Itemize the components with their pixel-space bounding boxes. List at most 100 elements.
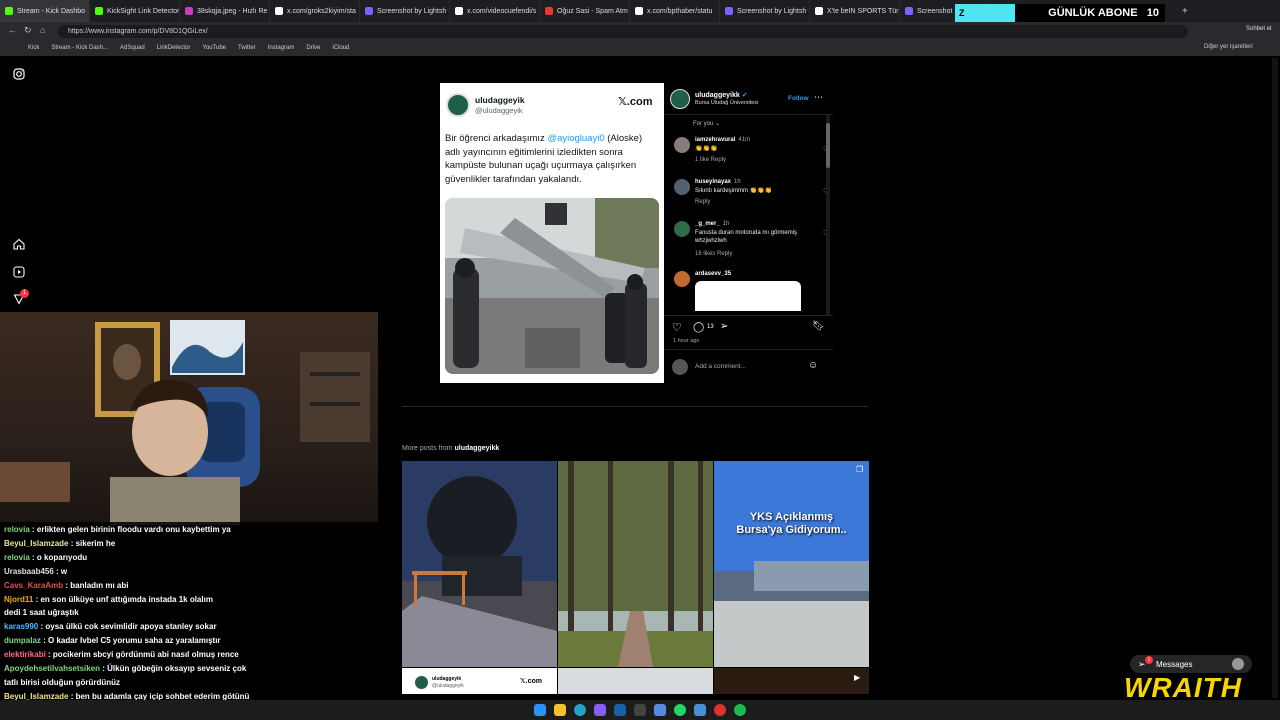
grid-post-1[interactable] [402, 461, 557, 667]
grid-x-logo: 𝕏.com [520, 678, 542, 685]
chat-username[interactable]: elektirikabi [4, 650, 46, 659]
comment-username[interactable]: ardasevv_35 [695, 271, 734, 277]
chat-message: relovia : erlikten gelen birinin floodu … [4, 525, 231, 534]
share-icon[interactable]: ➢ [720, 321, 728, 332]
file-explorer-icon[interactable] [554, 704, 566, 716]
chat-message: Cavs_KaraAmb : banladın mı abi [4, 581, 128, 590]
browser-icon[interactable] [694, 704, 706, 716]
chat-text: dedi 1 saat uğraştık [4, 608, 79, 618]
save-icon[interactable]: 🔖︎ [812, 321, 825, 332]
tab-label: 38skqja.jpeg - Hızlı Re [197, 7, 268, 15]
bookmark-item[interactable]: YouTube [202, 45, 226, 51]
chat-text: : erlikten gelen birinin floodu vardı on… [29, 525, 231, 534]
comment-username[interactable]: huseyinayax 1h [695, 179, 741, 185]
stream-chat: relovia : erlikten gelen birinin floodu … [0, 522, 380, 715]
chat-username[interactable]: Njord11 [4, 595, 33, 604]
follow-button[interactable]: Follow [788, 95, 809, 102]
comment-avatar[interactable] [674, 221, 690, 237]
comment-meta[interactable]: 16 likes Reply [695, 251, 732, 257]
browser-tab[interactable]: x.com/videocuefendi/s [450, 0, 540, 22]
url-field[interactable]: https://www.instagram.com/p/DV8D1QGiLex/ [58, 24, 1188, 38]
bookmark-item[interactable]: Instagram [268, 45, 295, 51]
instagram-logo-icon[interactable] [12, 68, 26, 82]
messages-button[interactable]: ➢ 1 Messages [1130, 655, 1252, 673]
grid-post-4[interactable]: uludaggeyik @uludaggeyik 𝕏.com [402, 668, 557, 694]
grid-post-3[interactable]: YKS Açıklanmış Bursa'ya Gidiyorum.. ❐ [714, 461, 869, 667]
bookmark-item[interactable]: iCloud [332, 45, 349, 51]
chat-username[interactable]: relovia [4, 553, 30, 562]
edge-icon[interactable] [574, 704, 586, 716]
post-username[interactable]: uludaggeyikk ✔ [695, 91, 748, 99]
browser-tab[interactable]: KickSight Link Detector [90, 0, 180, 22]
comment-avatar[interactable] [674, 137, 690, 153]
tab-favicon-icon [455, 7, 463, 15]
chat-username[interactable]: Urasbaab456 [4, 567, 54, 576]
chat-username[interactable]: relovia [4, 525, 30, 534]
mouse-cursor-icon: ➤ [595, 140, 603, 150]
chat-username[interactable]: Beyul_Islamzade [4, 539, 68, 548]
chat-username[interactable]: dumpalaz [4, 636, 41, 645]
comment-meta[interactable]: 1 like Reply [695, 157, 726, 163]
tweet-handle: @uludaggeyik [475, 106, 523, 115]
add-comment-input[interactable]: Add a comment... [695, 363, 746, 370]
tweet-name: uludaggeyik [475, 95, 525, 105]
comment-user-text: ardasevv_35 [695, 271, 732, 277]
sort-dropdown[interactable]: For you ⌄ [693, 120, 720, 127]
chat-button[interactable]: Sohbet et [1246, 26, 1272, 32]
grid-post-5[interactable] [558, 668, 713, 694]
grid-post-2[interactable] [558, 461, 713, 667]
emoji-icon[interactable]: ☺ [808, 360, 818, 371]
other-bookmarks[interactable]: Diğer yer işaretleri [1204, 44, 1253, 50]
spotify-icon[interactable] [734, 704, 746, 716]
post-avatar[interactable] [670, 89, 690, 109]
new-tab-icon[interactable]: + [1182, 6, 1188, 17]
discord-icon[interactable] [594, 704, 606, 716]
tweet-avatar [446, 93, 470, 117]
back-icon[interactable]: ← [8, 25, 17, 35]
chat-message: Apoydehsetilvahsetsiken : Ülkün göbeğin … [4, 664, 246, 673]
like-icon[interactable]: ♡ [672, 321, 682, 334]
bookmark-item[interactable]: Drive [306, 45, 320, 51]
more-options-icon[interactable]: ⋯ [814, 92, 823, 103]
scroll-thumb[interactable] [826, 123, 830, 168]
bookmark-item[interactable]: Twitter [238, 45, 256, 51]
chat-username[interactable]: Apoydehsetilvahsetsiken [4, 664, 100, 673]
browser-tab[interactable]: 38skqja.jpeg - Hızlı Re [180, 0, 270, 22]
browser-tab[interactable]: X'te beIN SPORTS Tür [810, 0, 900, 22]
comment-username[interactable]: iamzehravural 41m [695, 137, 750, 143]
bookmark-item[interactable]: AdSquad [120, 45, 145, 51]
start-icon[interactable] [534, 704, 546, 716]
messenger-nav-icon[interactable]: 1 [12, 289, 29, 307]
reload-icon[interactable]: ↻ [24, 25, 32, 36]
more-posts-user[interactable]: uludaggeyikk [455, 445, 500, 452]
home-nav-icon[interactable] [12, 238, 26, 252]
chat-username[interactable]: Cavs_KaraAmb [4, 581, 63, 590]
chat-username[interactable]: karas990 [4, 622, 38, 631]
browser-tab[interactable]: x.com/bpthaber/statu [630, 0, 720, 22]
browser-tab[interactable]: Stream - Kick Dashbo [0, 0, 90, 22]
browser-tab[interactable]: Screenshot by Lightsh [360, 0, 450, 22]
comment-icon[interactable]: ◯ [693, 322, 704, 333]
bookmark-item[interactable]: Stream - Kick Dash... [51, 45, 108, 51]
reels-nav-icon[interactable] [12, 266, 26, 280]
comment-username[interactable]: _g_mer_ 1h [695, 221, 729, 227]
bookmark-item[interactable]: Kick [28, 45, 39, 51]
comment-avatar[interactable] [674, 179, 690, 195]
app-icon[interactable] [634, 704, 646, 716]
home-icon[interactable]: ⌂ [40, 25, 45, 35]
chrome-icon[interactable] [714, 704, 726, 716]
comment-meta[interactable]: Reply [695, 199, 710, 205]
post-location[interactable]: Bursa Uludağ Üniversitesi [695, 100, 758, 106]
comment-avatar[interactable] [674, 271, 690, 287]
bookmark-item[interactable]: LinkDetector [157, 45, 191, 51]
chat-text: : oysa ülkü cok sevimlidir apoya stanley… [38, 622, 217, 632]
browser-tab[interactable]: x.com/groks2kiyim/sta [270, 0, 360, 22]
comment-count: 13 [707, 324, 714, 330]
vpn-icon[interactable] [654, 704, 666, 716]
browser-tab[interactable]: Screenshot by Lightsh [720, 0, 810, 22]
browser-tab[interactable]: Oğuz Sasi - Spam Atm [540, 0, 630, 22]
grid-post-6[interactable]: ▶ [714, 668, 869, 694]
whatsapp-icon[interactable] [674, 704, 686, 716]
steam-icon[interactable] [614, 704, 626, 716]
page-scrollbar[interactable] [1272, 58, 1278, 698]
